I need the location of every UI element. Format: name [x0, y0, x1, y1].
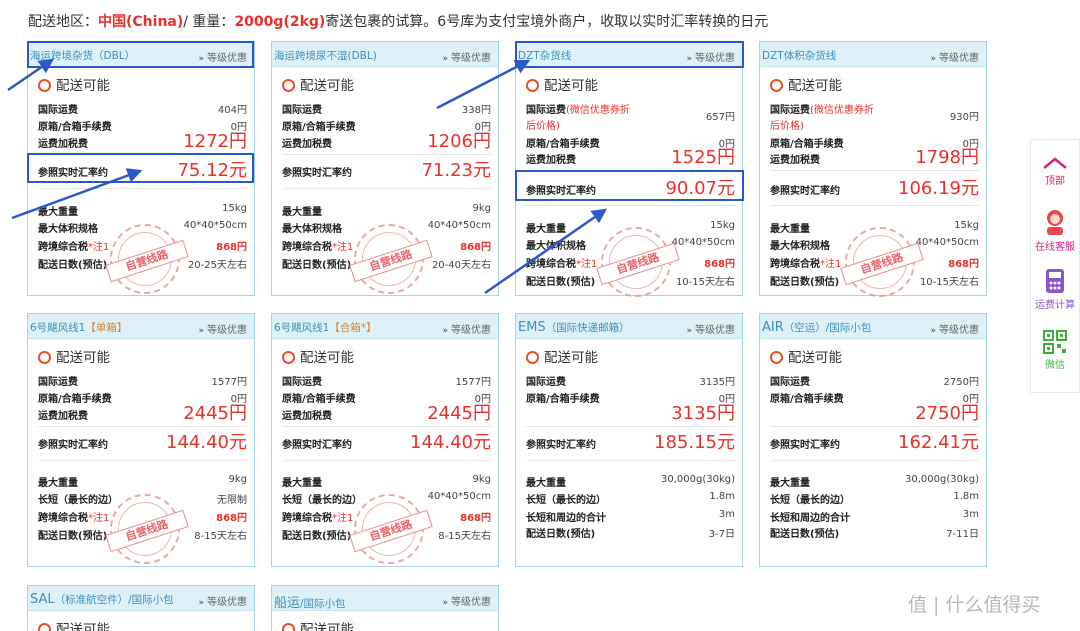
shipping-calculator-button[interactable]: 运费计算 — [1031, 268, 1079, 311]
online-service-button[interactable]: 在线客服 — [1031, 208, 1079, 253]
customer-service-icon — [1047, 210, 1063, 235]
qr-code-icon — [1043, 330, 1067, 354]
floating-sidebar: 顶部 在线客服 运费计算 微信 — [1030, 139, 1080, 393]
calculator-icon — [1046, 269, 1064, 293]
arrow-2 — [11, 168, 143, 220]
wechat-button[interactable]: 微信 — [1031, 330, 1079, 371]
chevron-up-icon — [1043, 157, 1067, 169]
arrow-3 — [436, 59, 531, 110]
arrow-4 — [484, 208, 608, 295]
smzdm-watermark: 值 | 什么值得买 — [908, 594, 1041, 616]
annotation-arrows — [7, 58, 608, 295]
arrow-1 — [7, 58, 55, 92]
back-to-top-button[interactable]: 顶部 — [1031, 156, 1079, 187]
